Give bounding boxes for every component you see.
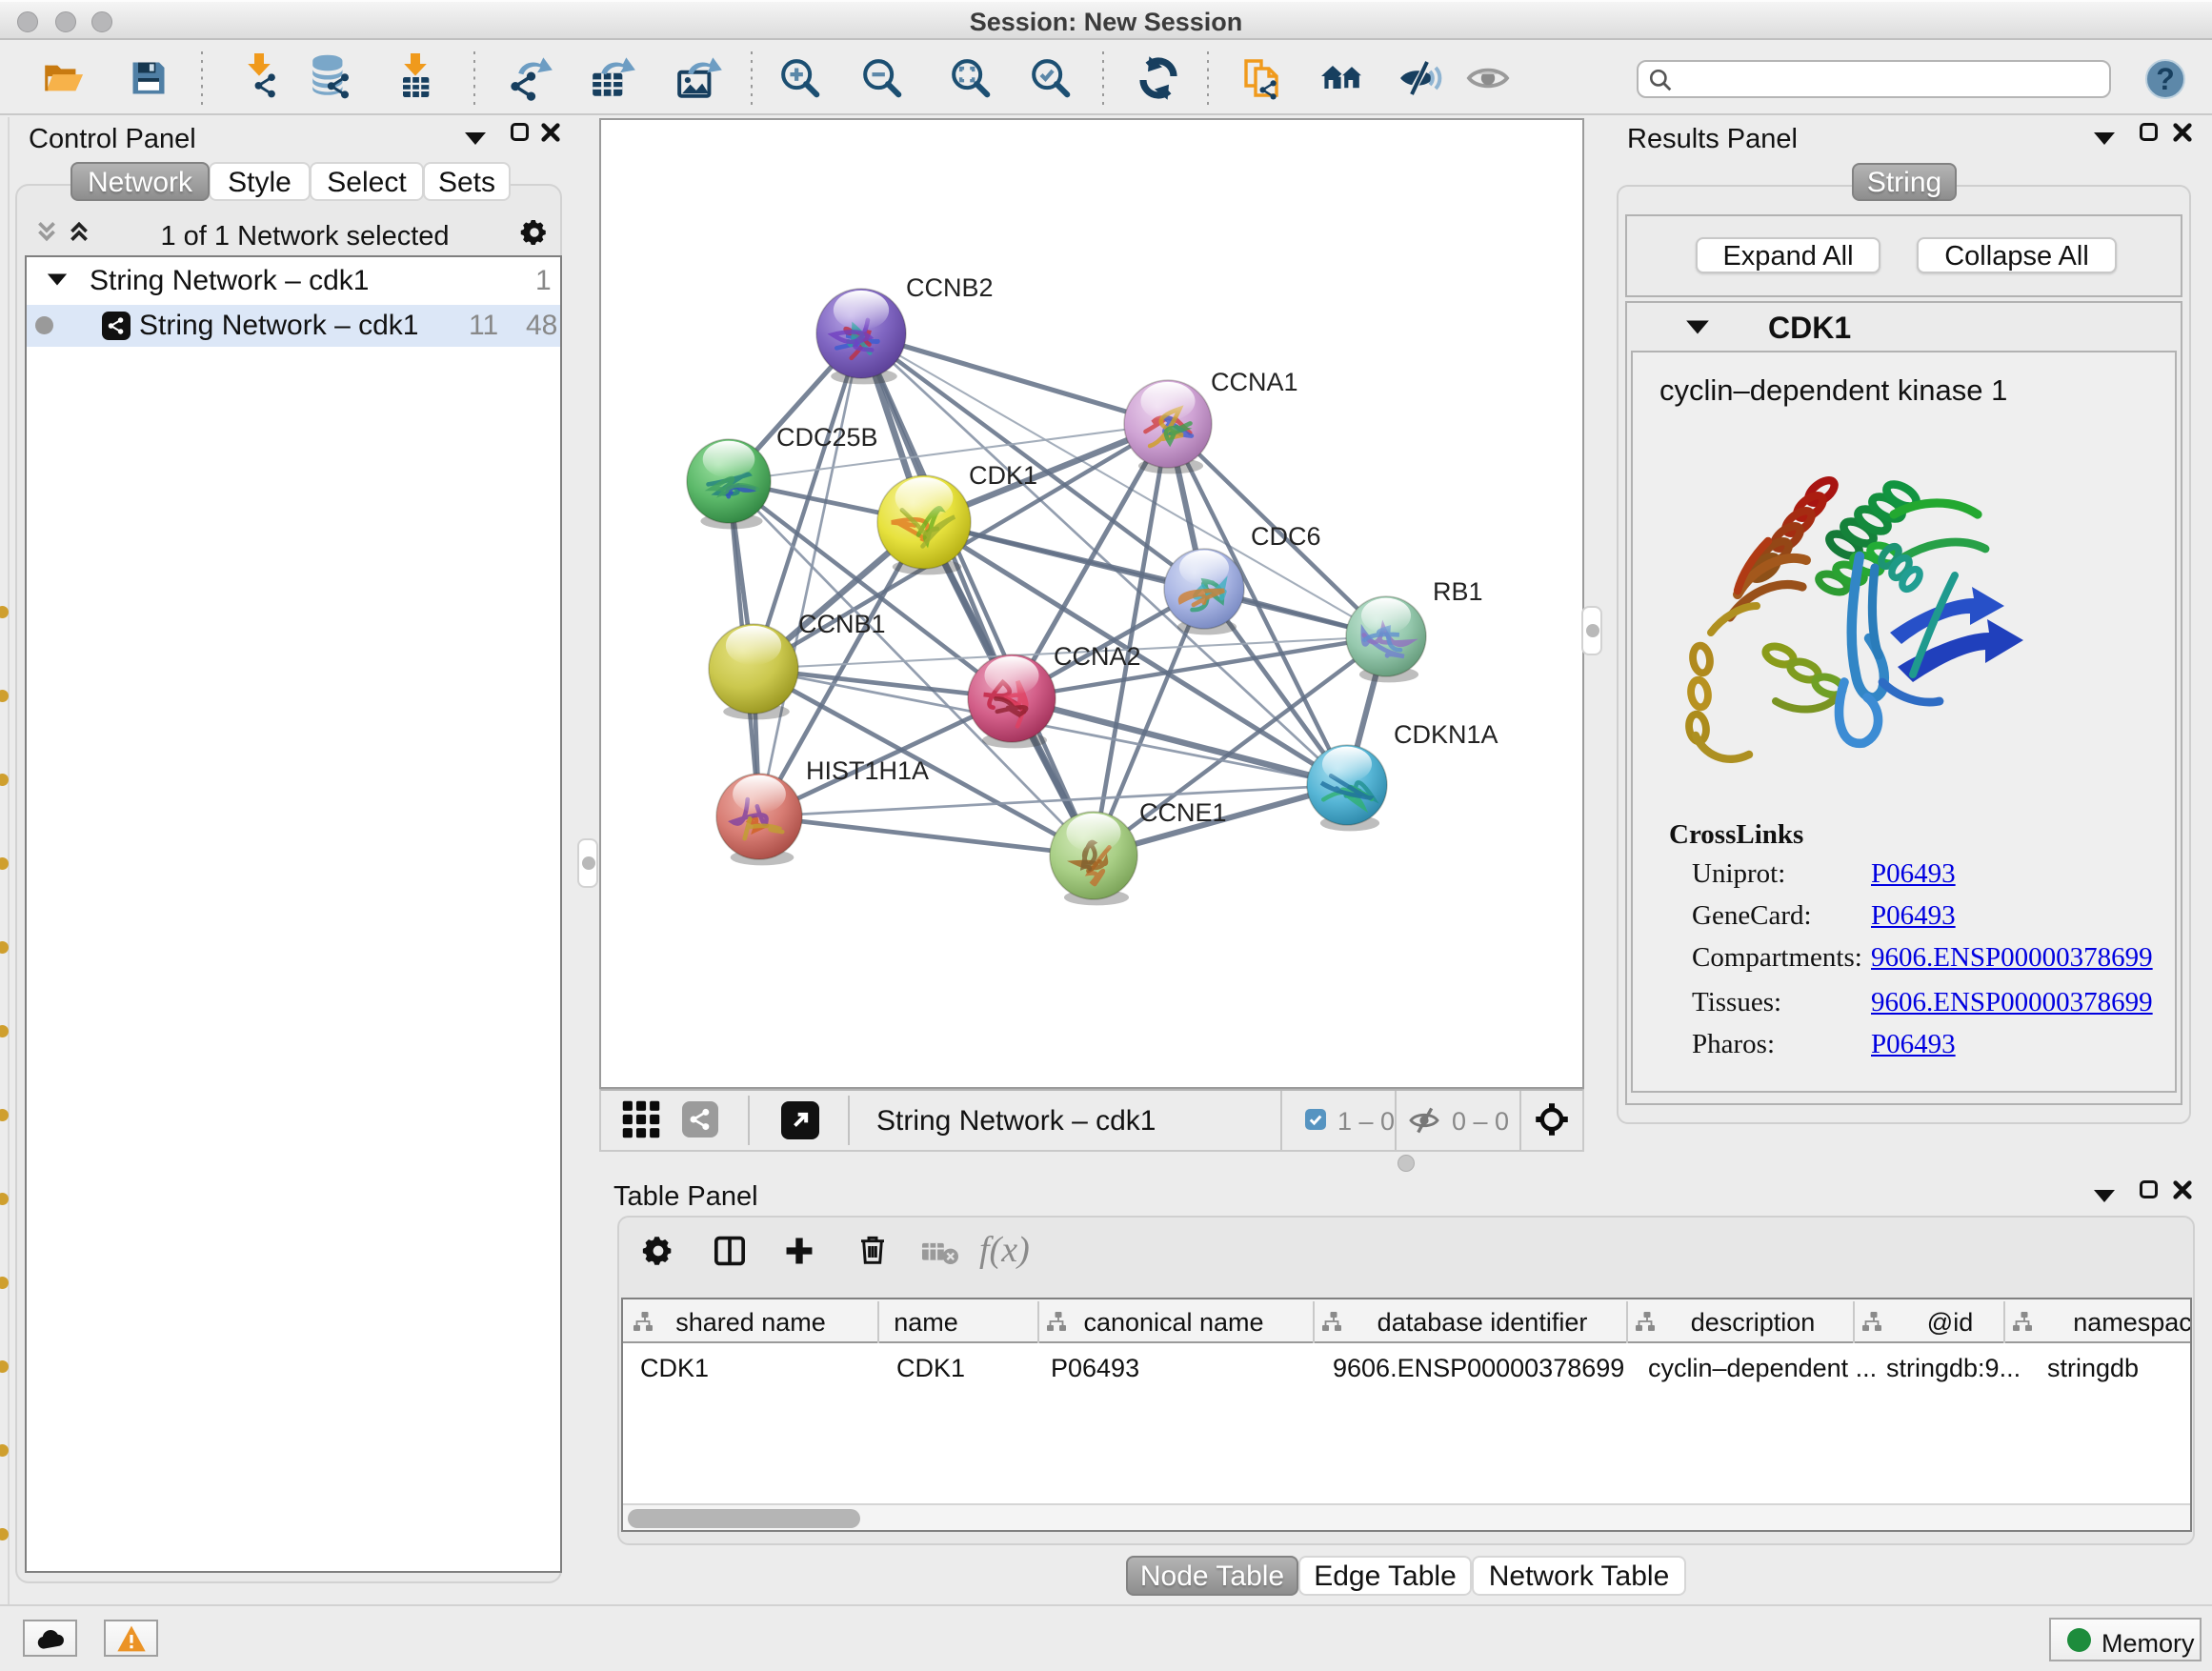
svg-text:CCNE1: CCNE1	[1139, 798, 1227, 827]
svg-text:CCNB1: CCNB1	[798, 610, 886, 638]
svg-text:CCNA2: CCNA2	[1054, 642, 1141, 671]
svg-text:CDC6: CDC6	[1251, 522, 1321, 551]
svg-text:RB1: RB1	[1433, 577, 1483, 606]
svg-text:CCNB2: CCNB2	[906, 273, 994, 302]
svg-text:CDC25B: CDC25B	[776, 423, 878, 452]
svg-text:CCNA1: CCNA1	[1211, 368, 1298, 396]
svg-text:HIST1H1A: HIST1H1A	[806, 756, 929, 785]
svg-text:CDK1: CDK1	[969, 461, 1037, 490]
svg-text:CDKN1A: CDKN1A	[1394, 720, 1498, 749]
